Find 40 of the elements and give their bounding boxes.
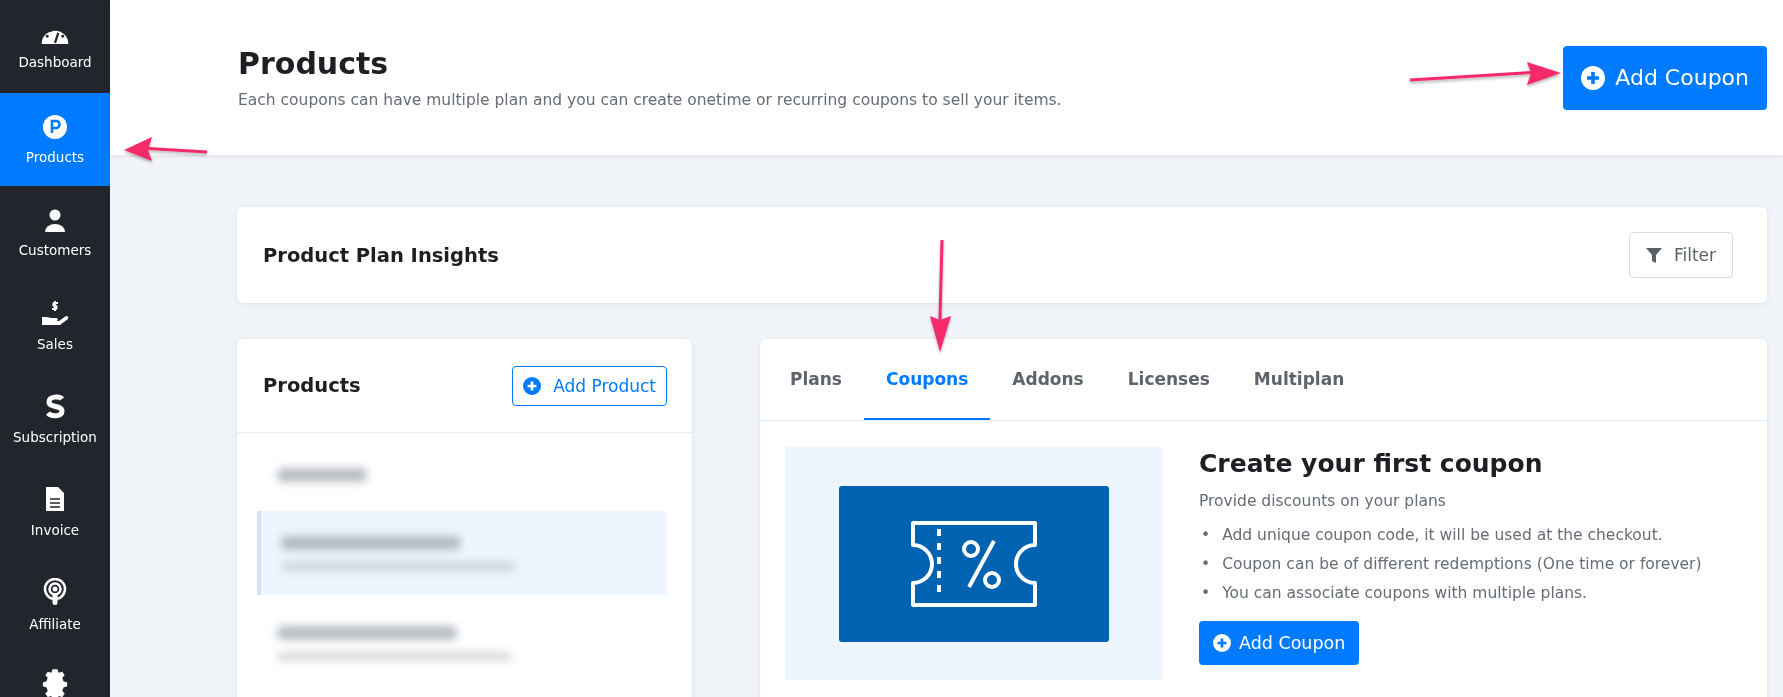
bullet-text: Coupon can be of different redemptions (One time or forever) [1222, 555, 1702, 574]
add-coupon-button[interactable]: Add Coupon [1199, 621, 1360, 665]
tab[interactable]: Multiplan [1231, 339, 1367, 420]
user-icon [43, 207, 67, 232]
empty-state-title: Create your first coupon [1199, 449, 1544, 478]
p-circle-icon [43, 114, 67, 139]
document-icon [45, 486, 65, 513]
tab[interactable]: Licenses [1105, 339, 1232, 420]
filter-button[interactable]: Filter [1628, 232, 1733, 278]
sidebar-item[interactable]: Sales [0, 279, 110, 373]
card-title: Products [263, 374, 361, 397]
plus-circle-icon [1213, 634, 1231, 652]
hand-dollar-icon [41, 299, 69, 326]
bullet-marker: • [1201, 555, 1211, 574]
bullet-text: You can associate coupons with multiple plans. [1222, 584, 1588, 603]
card-title: Product Plan Insights [263, 243, 499, 267]
plus-circle-icon [523, 376, 542, 395]
blurred-product-row[interactable] [257, 511, 667, 595]
bullet-marker: • [1201, 584, 1211, 603]
bullet-text: Add unique coupon code, it will be used at the checkout. [1222, 526, 1663, 545]
page-subtitle: Each coupons can have multiple plan and you can create onetime or recurring coupons to sell your items. [238, 91, 1062, 109]
sidebar-item[interactable]: Dashboard [0, 0, 110, 94]
sidebar-item[interactable]: Products [0, 93, 110, 187]
sidebar-item[interactable]: Customers [0, 186, 110, 280]
plus-circle-icon [1581, 65, 1606, 90]
page-title: Products [238, 46, 390, 81]
sidebar-item[interactable]: Affiliate [0, 558, 110, 652]
gear-icon[interactable] [40, 667, 70, 697]
ticket-percent-icon [909, 518, 1039, 609]
add-coupon-button[interactable]: Add Coupon [1563, 45, 1767, 110]
podcast-icon [43, 578, 67, 607]
tab[interactable]: Plans [760, 339, 864, 420]
tab[interactable]: Addons [990, 339, 1106, 420]
s-letter-icon [43, 393, 67, 420]
sidebar-item[interactable]: Subscription [0, 372, 110, 466]
bullet-marker: • [1201, 526, 1211, 545]
filter-icon [1645, 247, 1662, 263]
sidebar-item[interactable]: Invoice [0, 465, 110, 559]
empty-state-subtitle: Provide discounts on your plans [1199, 492, 1447, 510]
add-product-button[interactable]: Add Product [512, 365, 667, 406]
